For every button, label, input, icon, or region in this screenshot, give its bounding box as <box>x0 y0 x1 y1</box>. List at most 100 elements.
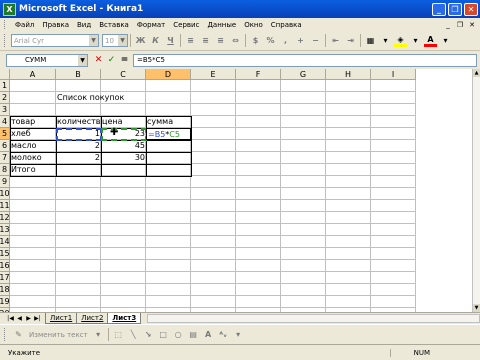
cell-b14[interactable] <box>56 236 101 248</box>
cell-h17[interactable] <box>326 272 371 284</box>
row-header-12[interactable]: 12 <box>0 212 10 224</box>
cell-i18[interactable] <box>371 284 416 296</box>
cell-c16[interactable] <box>101 260 146 272</box>
align-right-icon[interactable]: ≡ <box>214 34 227 47</box>
cell-i10[interactable] <box>371 188 416 200</box>
cell-f8[interactable] <box>236 164 281 176</box>
formula-input[interactable]: =B5*C5 <box>133 53 477 67</box>
row-header-18[interactable]: 18 <box>0 284 10 296</box>
cell-g11[interactable] <box>281 200 326 212</box>
cell-i1[interactable] <box>371 80 416 92</box>
cell-b11[interactable] <box>56 200 101 212</box>
cell-g17[interactable] <box>281 272 326 284</box>
cell-c12[interactable] <box>101 212 146 224</box>
cell-f18[interactable] <box>236 284 281 296</box>
cell-e1[interactable] <box>191 80 236 92</box>
cell-h13[interactable] <box>326 224 371 236</box>
column-header-g[interactable]: G <box>281 69 326 80</box>
edit-text-label[interactable]: Изменить текст <box>29 331 88 339</box>
cell-f10[interactable] <box>236 188 281 200</box>
cell-a1[interactable] <box>10 80 56 92</box>
cell-c8[interactable] <box>101 164 146 176</box>
cell-i14[interactable] <box>371 236 416 248</box>
enter-icon[interactable]: ✓ <box>105 54 118 67</box>
cell-d1[interactable] <box>146 80 191 92</box>
cell-b5[interactable]: 1 <box>56 128 101 140</box>
row-header-19[interactable]: 19 <box>0 296 10 308</box>
cell-a17[interactable] <box>10 272 56 284</box>
cell-i8[interactable] <box>371 164 416 176</box>
cell-e15[interactable] <box>191 248 236 260</box>
cell-h1[interactable] <box>326 80 371 92</box>
cell-h9[interactable] <box>326 176 371 188</box>
row-header-15[interactable]: 15 <box>0 248 10 260</box>
column-header-c[interactable]: C <box>101 69 146 80</box>
excel-icon[interactable]: X <box>3 2 16 16</box>
cell-e6[interactable] <box>191 140 236 152</box>
chevron-down-icon[interactable]: ▾ <box>379 34 392 47</box>
cell-h14[interactable] <box>326 236 371 248</box>
cell-e3[interactable] <box>191 104 236 116</box>
cell-g4[interactable] <box>281 116 326 128</box>
cell-f6[interactable] <box>236 140 281 152</box>
row-header-7[interactable]: 7 <box>0 152 10 164</box>
cell-c1[interactable] <box>101 80 146 92</box>
cell-a13[interactable] <box>10 224 56 236</box>
cell-i15[interactable] <box>371 248 416 260</box>
column-header-f[interactable]: F <box>236 69 281 80</box>
workbook-close-button[interactable]: ✕ <box>467 20 477 29</box>
cell-i16[interactable] <box>371 260 416 272</box>
cell-c18[interactable] <box>101 284 146 296</box>
cell-i2[interactable] <box>371 92 416 104</box>
cell-a18[interactable] <box>10 284 56 296</box>
column-header-i[interactable]: I <box>371 69 416 80</box>
oval-icon[interactable]: ○ <box>172 328 185 341</box>
cell-b3[interactable] <box>56 104 101 116</box>
cell-d9[interactable] <box>146 176 191 188</box>
text-direction-icon[interactable]: ᴬᵥ <box>217 328 230 341</box>
cell-h4[interactable] <box>326 116 371 128</box>
cell-a8[interactable]: Итого <box>10 164 56 176</box>
cell-f13[interactable] <box>236 224 281 236</box>
cell-b13[interactable] <box>56 224 101 236</box>
cell-e14[interactable] <box>191 236 236 248</box>
cell-h7[interactable] <box>326 152 371 164</box>
font-size-select[interactable]: 10 ▼ <box>102 34 128 47</box>
cell-a16[interactable] <box>10 260 56 272</box>
cell-b12[interactable] <box>56 212 101 224</box>
cell-a6[interactable]: масло <box>10 140 56 152</box>
next-sheet-icon[interactable]: ▶ <box>24 314 33 323</box>
cell-c13[interactable] <box>101 224 146 236</box>
cell-h15[interactable] <box>326 248 371 260</box>
cell-a10[interactable] <box>10 188 56 200</box>
cell-g8[interactable] <box>281 164 326 176</box>
sheet-tab-2[interactable]: Лист2 <box>76 313 109 324</box>
textbox-icon[interactable]: ▤ <box>187 328 200 341</box>
sheet-tab-3[interactable]: Лист3 <box>107 313 142 324</box>
edit-text-icon[interactable]: ✎ <box>12 328 25 341</box>
cell-e8[interactable] <box>191 164 236 176</box>
cell-d12[interactable] <box>146 212 191 224</box>
row-header-5[interactable]: 5 <box>0 128 10 140</box>
column-header-e[interactable]: E <box>191 69 236 80</box>
cell-f15[interactable] <box>236 248 281 260</box>
cell-g13[interactable] <box>281 224 326 236</box>
cell-b9[interactable] <box>56 176 101 188</box>
cell-c6[interactable]: 45 <box>101 140 146 152</box>
cell-e7[interactable] <box>191 152 236 164</box>
cell-c3[interactable] <box>101 104 146 116</box>
underline-icon[interactable]: Ч <box>164 34 177 47</box>
decrease-decimal-icon[interactable]: − <box>309 34 322 47</box>
cell-f11[interactable] <box>236 200 281 212</box>
menu-grip[interactable] <box>4 20 7 29</box>
cell-h16[interactable] <box>326 260 371 272</box>
menu-insert[interactable]: Вставка <box>95 21 133 29</box>
cell-c15[interactable] <box>101 248 146 260</box>
increase-decimal-icon[interactable]: + <box>294 34 307 47</box>
cell-d4[interactable]: сумма <box>146 116 191 128</box>
cell-h11[interactable] <box>326 200 371 212</box>
chevron-down-icon[interactable]: ▾ <box>439 34 452 47</box>
cell-d8[interactable] <box>146 164 191 176</box>
cell-e19[interactable] <box>191 296 236 308</box>
cell-a14[interactable] <box>10 236 56 248</box>
